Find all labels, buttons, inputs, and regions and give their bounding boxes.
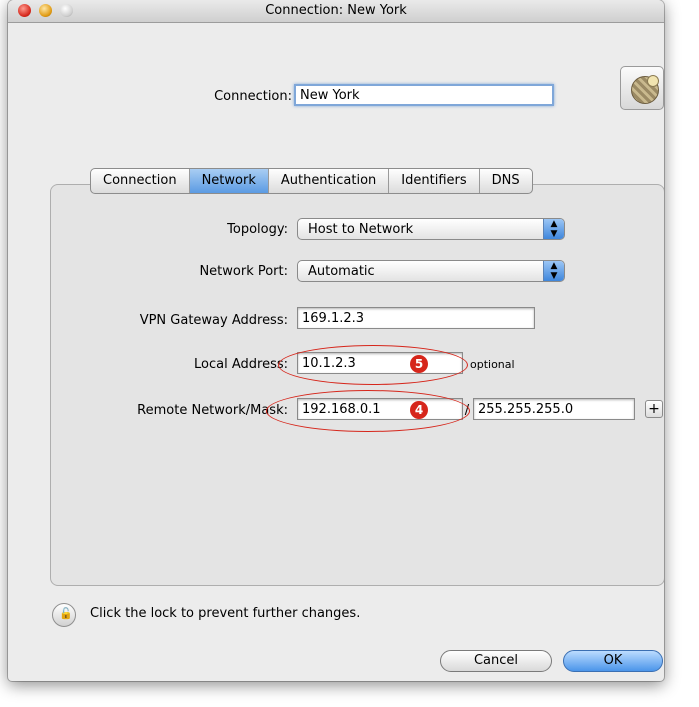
lock-status-text: Click the lock to prevent further change… xyxy=(90,606,361,621)
topology-label: Topology: xyxy=(227,222,288,237)
tab-connection[interactable]: Connection xyxy=(91,169,190,193)
tab-identifiers[interactable]: Identifiers xyxy=(389,169,480,193)
lock-icon[interactable]: 🔓 xyxy=(52,603,76,627)
network-port-value: Automatic xyxy=(308,264,375,279)
tab-network[interactable]: Network xyxy=(189,169,269,193)
vpn-gateway-label: VPN Gateway Address: xyxy=(139,313,288,328)
popup-arrows-icon: ▲ ▼ xyxy=(543,219,564,239)
connection-label: Connection: xyxy=(214,89,292,104)
add-network-button[interactable]: + xyxy=(645,400,663,418)
topology-value: Host to Network xyxy=(308,222,414,237)
network-port-popup[interactable]: Automatic ▲ ▼ xyxy=(297,260,565,282)
globe-icon xyxy=(631,75,659,104)
topology-popup[interactable]: Host to Network ▲ ▼ xyxy=(297,218,565,240)
remote-mask-field[interactable]: 255.255.255.0 xyxy=(473,398,635,420)
popup-arrows-icon: ▲ ▼ xyxy=(543,261,564,281)
tab-bar: Connection Network Authentication Identi… xyxy=(90,168,533,194)
callout-4: 4 xyxy=(410,401,428,419)
remote-network-label: Remote Network/Mask: xyxy=(137,403,288,418)
window: Connection: New York Connection: New Yor… xyxy=(8,0,664,681)
cancel-button[interactable]: Cancel xyxy=(440,650,552,672)
network-port-label: Network Port: xyxy=(199,264,288,279)
connection-icon-well[interactable] xyxy=(620,66,664,110)
ok-button[interactable]: OK xyxy=(563,650,663,672)
remote-network-highlight xyxy=(266,390,470,432)
local-address-highlight xyxy=(278,345,468,385)
tab-authentication[interactable]: Authentication xyxy=(269,169,390,193)
connection-name-field[interactable]: New York xyxy=(294,84,554,106)
tab-dns[interactable]: DNS xyxy=(480,169,532,193)
optional-note: optional xyxy=(470,358,515,371)
vpn-gateway-field[interactable]: 169.1.2.3 xyxy=(297,307,535,329)
callout-5: 5 xyxy=(410,355,428,373)
title-bar: Connection: New York xyxy=(8,0,664,23)
window-title: Connection: New York xyxy=(265,3,407,18)
local-address-label: Local Address: xyxy=(194,357,288,372)
tab-panel xyxy=(50,184,664,586)
